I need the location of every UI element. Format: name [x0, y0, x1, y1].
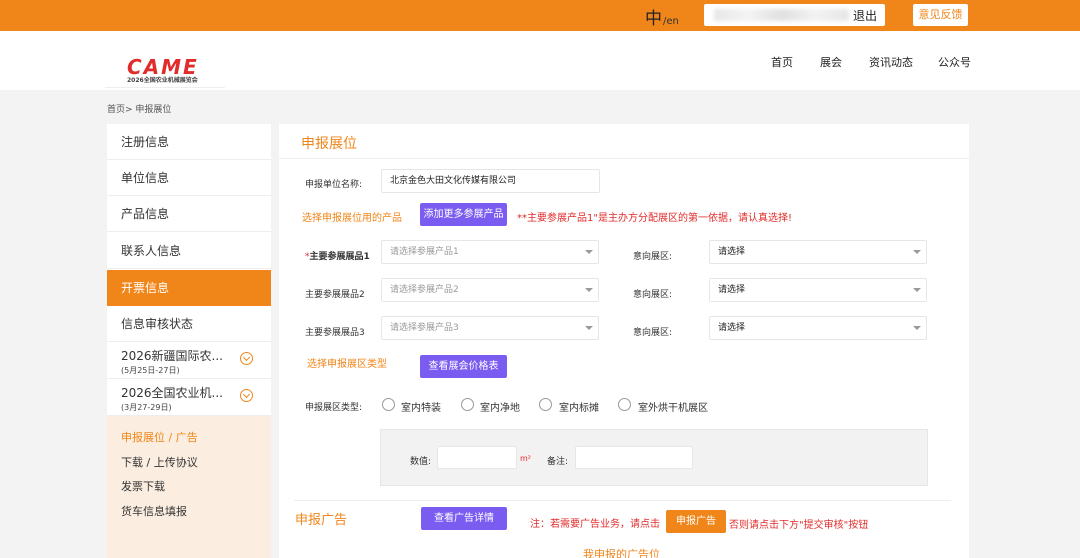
sidebar-item-contacts[interactable]: 联系人信息 — [107, 233, 271, 269]
chevron-down-icon[interactable] — [585, 250, 593, 254]
remark-label: 备注: — [547, 457, 569, 467]
product-note: **主要参展产品1"是主办方分配展区的第一依据，请认真选择! — [517, 213, 792, 224]
feedback-button[interactable]: 意见反馈 — [913, 4, 968, 26]
sidebar-item-products[interactable]: 产品信息 — [107, 196, 271, 232]
radio-label: 室内净地 — [480, 403, 520, 414]
top-bar: 中/en 退出 意见反馈 — [0, 0, 1080, 31]
radio-outdoor-dryer[interactable] — [618, 398, 631, 411]
area3-select[interactable]: 请选择 — [709, 316, 927, 340]
radio-indoor-raw[interactable] — [461, 398, 474, 411]
radio-label: 室内特装 — [401, 403, 441, 414]
area2-select[interactable]: 请选择 — [709, 278, 927, 302]
expo-date: (5月25日-27日) — [121, 366, 180, 375]
radio-label: 室内标摊 — [559, 403, 599, 414]
page-title: 申报展位 — [301, 136, 357, 152]
chevron-down-icon[interactable] — [913, 250, 921, 254]
product2-label: 主要参展展品2 — [305, 290, 365, 300]
blurred-username — [714, 9, 849, 21]
sidebar-expo-xinjiang[interactable]: 2026新疆国际农... (5月25日-27日) — [107, 343, 271, 379]
chevron-down-icon[interactable] — [240, 352, 253, 365]
chevron-down-icon[interactable] — [585, 326, 593, 330]
radio-indoor-standard[interactable] — [539, 398, 552, 411]
breadcrumb: 首页> 申报展位 — [107, 105, 172, 115]
remark-input[interactable] — [575, 446, 693, 469]
unit-name-field[interactable]: 北京金色大田文化传媒有限公司 — [381, 169, 600, 193]
area1-select[interactable]: 请选择 — [709, 240, 927, 264]
area3-label: 意向展区: — [633, 328, 673, 338]
lang-en[interactable]: /en — [663, 16, 679, 27]
came-logo[interactable]: CAME 2026全国农业机械展览会 — [105, 53, 225, 88]
chevron-down-icon[interactable] — [913, 288, 921, 292]
language-switch[interactable]: 中/en — [645, 4, 679, 29]
choose-products-text: 选择申报展位用的产品 — [302, 213, 402, 224]
chevron-down-icon[interactable] — [240, 389, 253, 402]
main-panel: 申报展位 申报单位名称: 北京金色大田文化传媒有限公司 选择申报展位用的产品 添… — [279, 124, 969, 558]
product3-select[interactable]: 请选择参展产品3 — [381, 316, 599, 340]
nav-news[interactable]: 资讯动态 — [869, 54, 913, 70]
sidebar-item-invoice[interactable]: 开票信息 — [107, 270, 271, 306]
ad-detail-button[interactable]: 查看广告详情 — [421, 507, 507, 530]
unit-name-label: 申报单位名称: — [305, 180, 363, 190]
nav-home[interactable]: 首页 — [771, 54, 793, 70]
ad-section-title: 申报广告 — [295, 513, 348, 528]
submenu-agreement[interactable]: 下载 / 上传协议 — [121, 454, 198, 470]
ad-note-suffix: 否则请点击下方"提交审核"按钮 — [729, 520, 869, 531]
radio-label: 室外烘干机展区 — [638, 403, 708, 414]
choose-area-type-text: 选择申报展区类型 — [307, 359, 387, 370]
radio-indoor-special[interactable] — [382, 398, 395, 411]
area-type-label: 申报展区类型: — [305, 403, 363, 413]
sidebar-item-company[interactable]: 单位信息 — [107, 160, 271, 196]
lang-zh[interactable]: 中 — [645, 9, 662, 29]
sidebar-item-review-status[interactable]: 信息审核状态 — [107, 306, 271, 342]
sidebar-expo-national[interactable]: 2026全国农业机... (3月27-29日) — [107, 380, 271, 416]
submenu-invoice-download[interactable]: 发票下载 — [121, 478, 165, 494]
product1-select[interactable]: 请选择参展产品1 — [381, 240, 599, 264]
sidebar-item-registration[interactable]: 注册信息 — [107, 124, 271, 160]
product1-label: *主要参展展品1 — [305, 252, 370, 262]
my-ads-title: 我申报的广告位 — [583, 548, 660, 558]
nav-expo[interactable]: 展会 — [820, 54, 842, 70]
title-divider — [279, 158, 969, 159]
expo-date: (3月27-29日) — [121, 403, 172, 412]
user-box: 退出 — [704, 4, 885, 26]
value-label: 数值: — [410, 457, 432, 467]
logo-subtitle: 2026全国农业机械展览会 — [127, 77, 198, 84]
unit-m2: m² — [520, 454, 531, 463]
price-list-button[interactable]: 查看展会价格表 — [420, 355, 507, 378]
submenu-booth-ad[interactable]: 申报展位 / 广告 — [121, 429, 198, 445]
section-divider — [294, 500, 951, 501]
nav-wechat[interactable]: 公众号 — [938, 54, 971, 70]
area2-label: 意向展区: — [633, 290, 673, 300]
add-more-products-button[interactable]: 添加更多参展产品 — [420, 203, 507, 226]
chevron-down-icon[interactable] — [913, 326, 921, 330]
logout-link[interactable]: 退出 — [853, 7, 877, 24]
ad-note-prefix: 注：若需要广告业务，请点击 — [530, 519, 660, 530]
product2-select[interactable]: 请选择参展产品2 — [381, 278, 599, 302]
value-input[interactable] — [437, 446, 517, 469]
sidebar: 注册信息 单位信息 产品信息 联系人信息 开票信息 信息审核状态 2026新疆国… — [107, 124, 271, 558]
area1-label: 意向展区: — [633, 252, 673, 262]
sidebar-submenu: 申报展位 / 广告 下载 / 上传协议 发票下载 货车信息填报 — [107, 416, 271, 558]
submenu-truck-info[interactable]: 货车信息填报 — [121, 503, 187, 519]
apply-ad-button[interactable]: 申报广告 — [666, 510, 726, 533]
product3-label: 主要参展展品3 — [305, 328, 365, 338]
chevron-down-icon[interactable] — [585, 288, 593, 292]
